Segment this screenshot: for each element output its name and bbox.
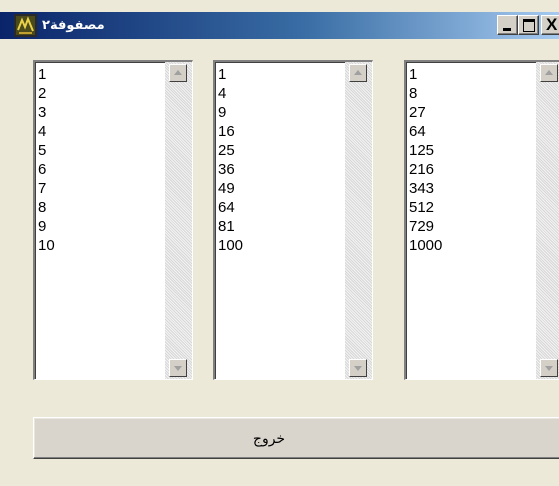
- scroll-up-button[interactable]: [169, 64, 187, 82]
- list-item[interactable]: 36: [218, 160, 346, 179]
- list-item[interactable]: 343: [409, 179, 537, 198]
- list-item[interactable]: 5: [38, 141, 166, 160]
- scroll-down-button[interactable]: [349, 359, 367, 377]
- title-bar[interactable]: مصفوفة٢ X: [0, 12, 559, 39]
- list-item[interactable]: 9: [218, 103, 346, 122]
- list-item[interactable]: 2: [38, 84, 166, 103]
- list-item[interactable]: 81: [218, 217, 346, 236]
- scroll-down-button[interactable]: [169, 359, 187, 377]
- list-item[interactable]: 1000: [409, 236, 537, 255]
- scroll-up-button[interactable]: [540, 64, 558, 82]
- list-item[interactable]: 3: [38, 103, 166, 122]
- list-item[interactable]: 49: [218, 179, 346, 198]
- scroll-down-arrow-icon: [545, 366, 553, 371]
- list-item[interactable]: 4: [38, 122, 166, 141]
- app-window: مصفوفة٢ X 1 2 3 4 5 6 7 8 9 10 1 4 9 16 …: [0, 0, 559, 486]
- scroll-up-button[interactable]: [349, 64, 367, 82]
- list-item[interactable]: 25: [218, 141, 346, 160]
- list-item[interactable]: 8: [38, 198, 166, 217]
- exit-button-label: خروج: [252, 430, 286, 446]
- vertical-scrollbar[interactable]: [345, 62, 372, 379]
- list-item[interactable]: 216: [409, 160, 537, 179]
- scroll-up-arrow-icon: [545, 70, 553, 75]
- list-item[interactable]: 16: [218, 122, 346, 141]
- listbox-squares[interactable]: 1 4 9 16 25 36 49 64 81 100: [213, 60, 373, 380]
- list-item[interactable]: 100: [218, 236, 346, 255]
- minimize-button[interactable]: [497, 15, 518, 35]
- list-item[interactable]: 4: [218, 84, 346, 103]
- list-item[interactable]: 9: [38, 217, 166, 236]
- list-item[interactable]: 64: [218, 198, 346, 217]
- listbox-cubes[interactable]: 1 8 27 64 125 216 343 512 729 1000: [404, 60, 559, 380]
- list-item[interactable]: 1: [38, 65, 166, 84]
- list-item[interactable]: 1: [409, 65, 537, 84]
- exit-button[interactable]: خروج: [33, 417, 559, 459]
- scroll-up-arrow-icon: [354, 70, 362, 75]
- vertical-scrollbar[interactable]: [165, 62, 192, 379]
- list-item[interactable]: 512: [409, 198, 537, 217]
- scroll-up-arrow-icon: [174, 70, 182, 75]
- window-title: مصفوفة٢: [42, 17, 105, 32]
- maximize-button[interactable]: [518, 15, 539, 35]
- list-items: 1 4 9 16 25 36 49 64 81 100: [218, 65, 346, 255]
- list-item[interactable]: 27: [409, 103, 537, 122]
- list-item[interactable]: 125: [409, 141, 537, 160]
- scroll-down-arrow-icon: [354, 366, 362, 371]
- list-item[interactable]: 7: [38, 179, 166, 198]
- list-item[interactable]: 10: [38, 236, 166, 255]
- list-item[interactable]: 64: [409, 122, 537, 141]
- close-icon: X: [546, 15, 558, 34]
- vertical-scrollbar[interactable]: [536, 62, 559, 379]
- list-items: 1 2 3 4 5 6 7 8 9 10: [38, 65, 166, 255]
- list-item[interactable]: 1: [218, 65, 346, 84]
- scroll-down-button[interactable]: [540, 359, 558, 377]
- list-item[interactable]: 8: [409, 84, 537, 103]
- close-button[interactable]: X: [541, 15, 559, 35]
- list-item[interactable]: 6: [38, 160, 166, 179]
- list-items: 1 8 27 64 125 216 343 512 729 1000: [409, 65, 537, 255]
- listbox-numbers[interactable]: 1 2 3 4 5 6 7 8 9 10: [33, 60, 193, 380]
- app-window-icon[interactable]: [14, 14, 37, 37]
- scroll-down-arrow-icon: [174, 366, 182, 371]
- list-item[interactable]: 729: [409, 217, 537, 236]
